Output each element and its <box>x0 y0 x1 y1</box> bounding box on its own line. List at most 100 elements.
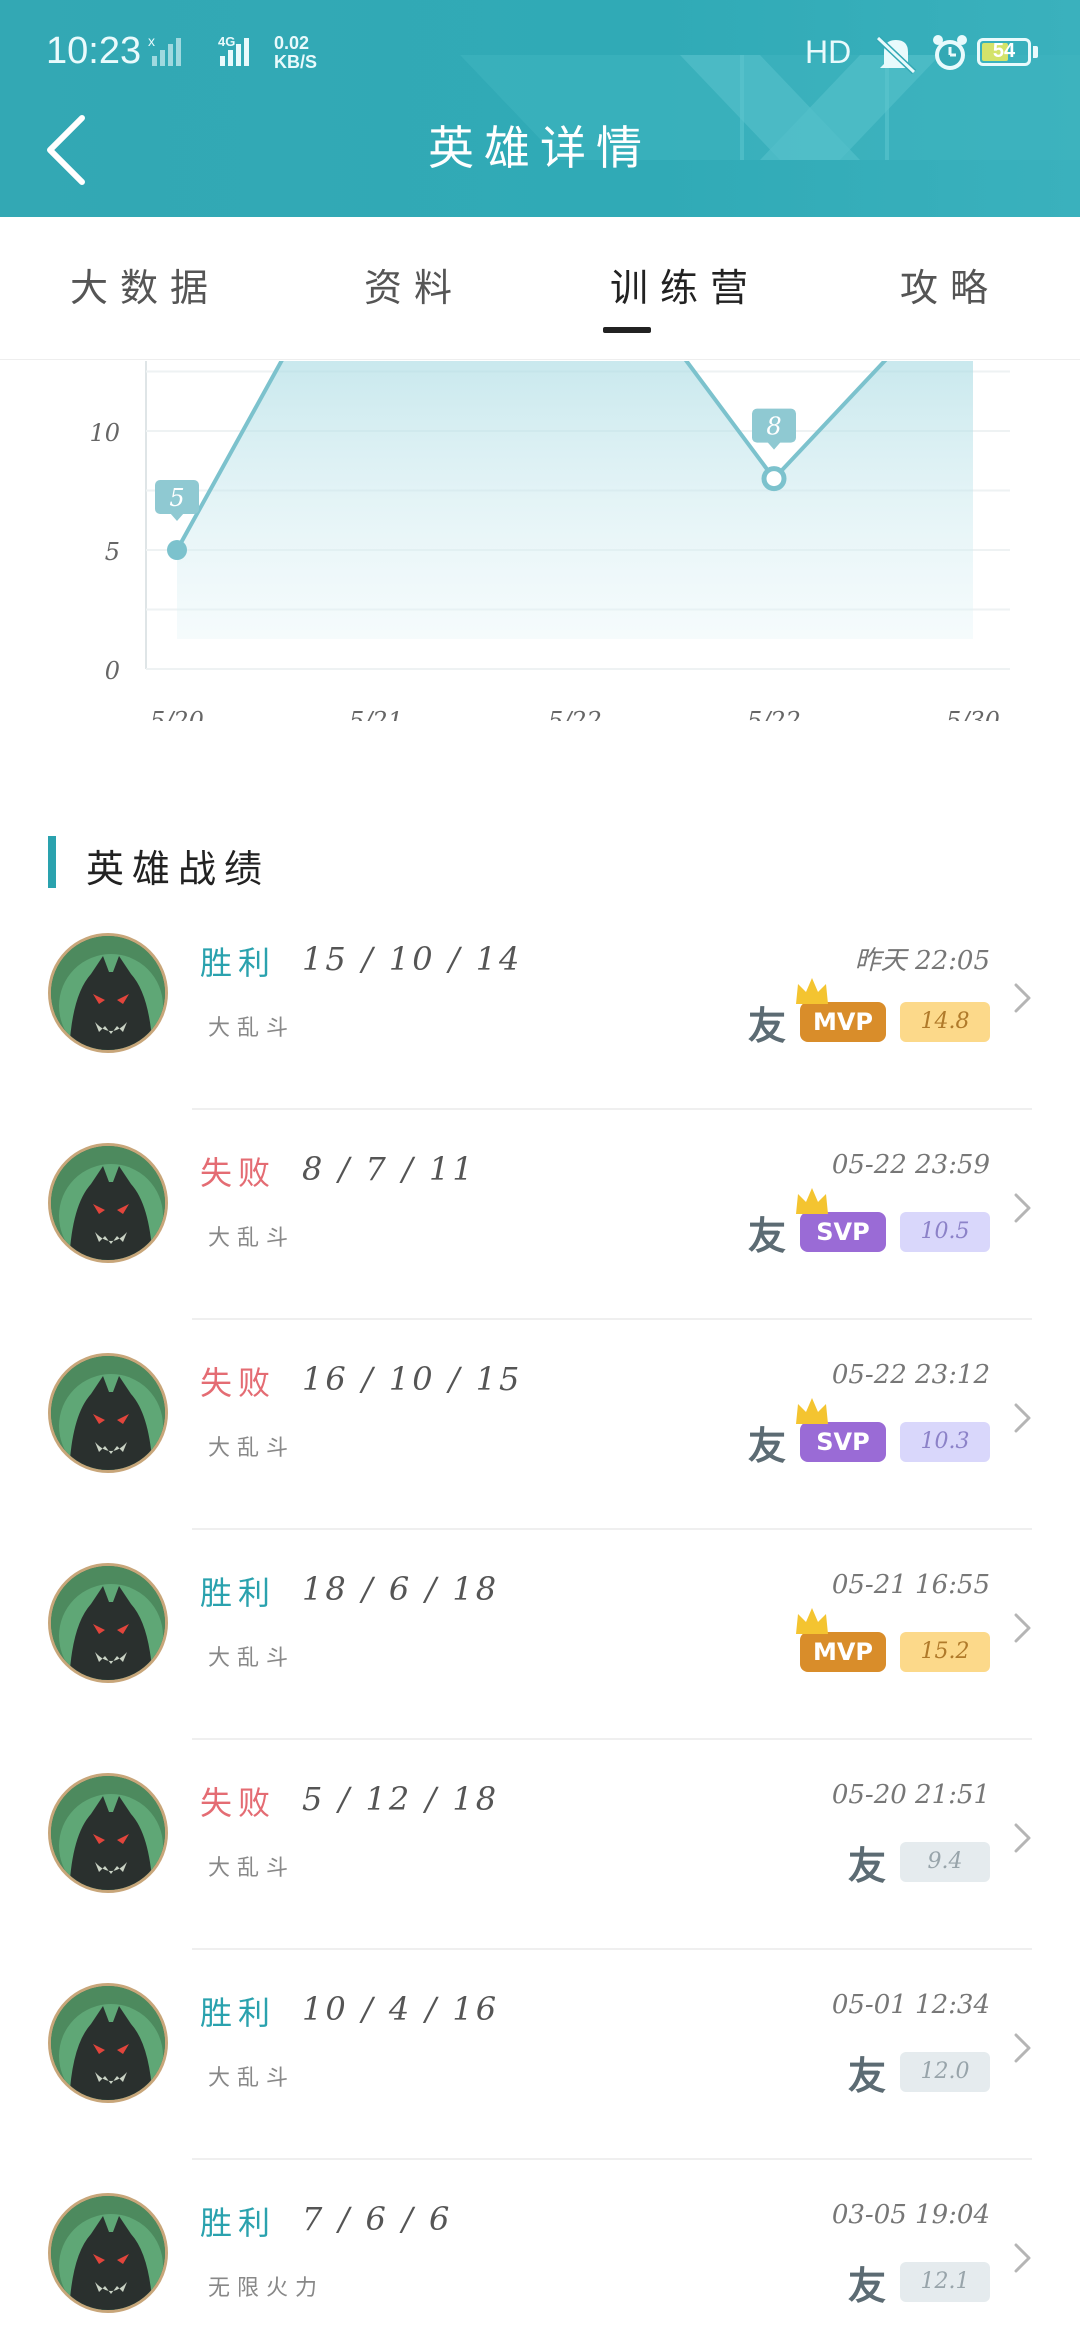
match-time: 03-05 19:04 <box>831 2200 990 2230</box>
hero-portrait-icon <box>51 1146 165 1260</box>
match-result: 胜利 <box>200 2204 277 2242</box>
chevron-right-icon <box>1014 2243 1031 2273</box>
page-title: 英雄详情 <box>428 121 652 175</box>
svg-text:x: x <box>148 34 155 49</box>
friend-icon: 友 <box>747 1213 786 1258</box>
crown-icon <box>796 1188 828 1214</box>
match-row[interactable]: 胜利 10 / 4 / 16 大乱斗 05-01 12:34 友 12.0 <box>0 1950 1080 2160</box>
hero-avatar <box>48 1143 168 1263</box>
match-kda: 10 / 4 / 16 <box>302 1990 500 2028</box>
hero-portrait-icon <box>51 1776 165 1890</box>
tab-training-camp[interactable]: 训练营 <box>610 257 760 312</box>
award-label: SVP <box>816 1218 870 1246</box>
chevron-right-icon <box>1014 1823 1031 1853</box>
hd-indicator: HD <box>805 34 852 70</box>
friend-icon: 友 <box>747 1423 786 1468</box>
match-result: 胜利 <box>200 944 277 982</box>
battery-level: 54 <box>992 40 1016 62</box>
hero-portrait-icon <box>51 1566 165 1680</box>
match-row[interactable]: 胜利 15 / 10 / 14 大乱斗 昨天 22:05 友 MVP 14.8 <box>0 900 1080 1110</box>
performance-chart: 5 8 0 5 10 5/20 5/21 5/22 5/22 5/30 <box>0 361 1080 721</box>
match-row[interactable]: 胜利 7 / 6 / 6 无限火力 03-05 19:04 友 12.1 <box>0 2160 1080 2340</box>
net-speed-unit: KB/S <box>274 52 318 72</box>
award-badge: SVP <box>796 1188 886 1252</box>
match-row[interactable]: 失败 8 / 7 / 11 大乱斗 05-22 23:59 友 SVP 10.5 <box>0 1110 1080 1320</box>
friend-icon: 友 <box>847 2263 886 2308</box>
match-result: 胜利 <box>200 1994 277 2032</box>
award-badge: MVP <box>796 978 886 1042</box>
active-tab-indicator <box>603 327 651 333</box>
award-badge: MVP <box>796 1608 886 1672</box>
x-tick-label: 5/21 <box>349 707 403 721</box>
match-mode: 大乱斗 <box>208 1226 296 1251</box>
friend-icon: 友 <box>847 1843 886 1888</box>
award-label: SVP <box>816 1428 870 1456</box>
match-badges: 友 SVP 10.3 <box>747 1398 990 1472</box>
match-mode: 大乱斗 <box>208 1646 296 1671</box>
match-time: 05-22 23:12 <box>831 1360 990 1390</box>
match-badges: 友 9.4 <box>848 1832 990 1892</box>
match-score: 12.0 <box>900 2052 990 2092</box>
x-tick-label: 5/30 <box>946 707 1000 721</box>
hero-avatar <box>48 1983 168 2103</box>
section-accent-bar <box>48 836 56 888</box>
chevron-right-icon <box>1014 983 1031 1013</box>
y-tick-label: 5 <box>105 538 120 566</box>
match-kda: 7 / 6 / 6 <box>302 2200 453 2238</box>
chart-canvas: 5 8 0 5 10 5/20 5/21 5/22 5/22 5/30 <box>89 361 1010 721</box>
award-badge: SVP <box>796 1398 886 1462</box>
match-result: 胜利 <box>200 1574 277 1612</box>
hero-portrait-icon <box>51 1986 165 2100</box>
data-label: 8 <box>766 413 781 441</box>
hero-avatar <box>48 933 168 1053</box>
tab-big-data[interactable]: 大数据 <box>70 257 220 312</box>
match-badges: 友 MVP 14.8 <box>747 978 990 1052</box>
match-mode: 大乱斗 <box>208 2066 296 2091</box>
match-badges: MVP 15.2 <box>796 1608 990 1682</box>
x-tick-label: 5/22 <box>548 707 602 721</box>
match-mode: 大乱斗 <box>208 1856 296 1881</box>
hero-avatar <box>48 1563 168 1683</box>
tab-guide[interactable]: 攻略 <box>900 257 1000 312</box>
match-badges: 友 12.1 <box>848 2252 990 2312</box>
match-mode: 大乱斗 <box>208 1436 296 1461</box>
chevron-right-icon <box>1014 1403 1031 1433</box>
match-score: 9.4 <box>900 1842 990 1882</box>
match-row[interactable]: 胜利 18 / 6 / 18 大乱斗 05-21 16:55 MVP 15.2 <box>0 1530 1080 1740</box>
chart-area-fill <box>177 361 973 639</box>
data-label: 5 <box>169 484 184 512</box>
hero-portrait-icon <box>51 1356 165 1470</box>
hero-portrait-icon <box>51 936 165 1050</box>
match-score: 12.1 <box>900 2262 990 2302</box>
match-kda: 8 / 7 / 11 <box>302 1150 476 1188</box>
y-tick-label: 0 <box>105 657 120 685</box>
chevron-right-icon <box>1014 2033 1031 2063</box>
match-result: 失败 <box>200 1784 277 1822</box>
match-time: 05-21 16:55 <box>831 1570 990 1600</box>
hero-avatar <box>48 2193 168 2313</box>
crown-icon <box>796 978 828 1004</box>
match-history-list: 胜利 15 / 10 / 14 大乱斗 昨天 22:05 友 MVP 14.8 <box>0 900 1080 2340</box>
match-row[interactable]: 失败 5 / 12 / 18 大乱斗 05-20 21:51 友 9.4 <box>0 1740 1080 1950</box>
match-time: 05-22 23:59 <box>831 1150 990 1180</box>
match-kda: 16 / 10 / 15 <box>302 1360 523 1398</box>
data-label-pointer <box>767 441 781 450</box>
match-time: 昨天 22:05 <box>854 946 990 976</box>
match-score: 14.8 <box>900 1002 990 1042</box>
match-score: 10.5 <box>900 1212 990 1252</box>
friend-icon: 友 <box>747 1003 786 1048</box>
tab-profile[interactable]: 资料 <box>364 257 464 312</box>
chart-point <box>167 540 187 560</box>
match-row[interactable]: 失败 16 / 10 / 15 大乱斗 05-22 23:12 友 SVP 10… <box>0 1320 1080 1530</box>
match-mode: 无限火力 <box>208 2276 325 2301</box>
match-time: 05-20 21:51 <box>831 1780 990 1810</box>
match-result: 失败 <box>200 1364 277 1402</box>
tab-bar: 大数据 资料 训练营 攻略 <box>0 217 1080 360</box>
status-time: 10:23 <box>46 30 142 72</box>
battery-icon: 54 <box>977 38 1031 66</box>
crown-icon <box>796 1398 828 1424</box>
hero-avatar <box>48 1773 168 1893</box>
alarm-icon <box>933 35 967 70</box>
match-kda: 15 / 10 / 14 <box>302 940 523 978</box>
net-speed-value: 0.02 <box>274 33 310 53</box>
